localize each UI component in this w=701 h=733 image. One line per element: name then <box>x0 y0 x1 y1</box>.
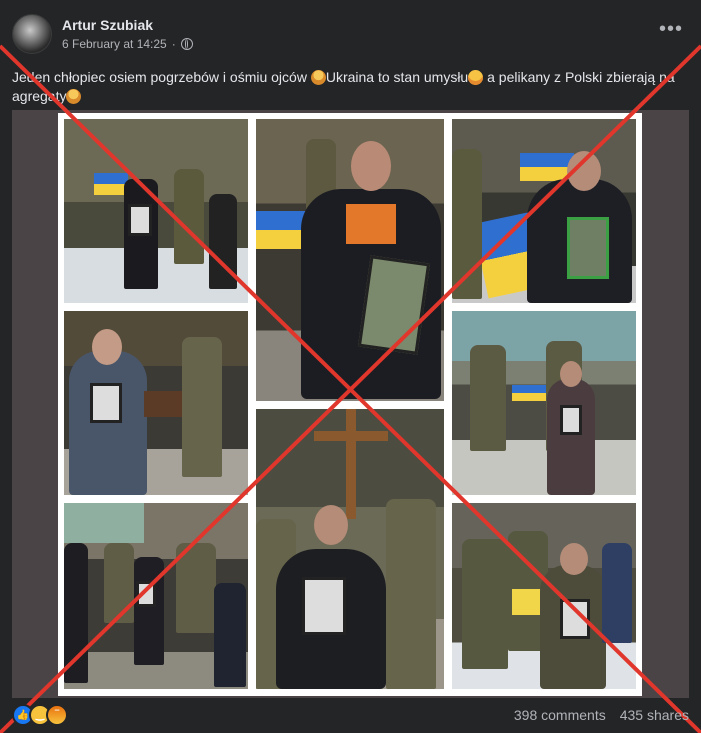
photo-3[interactable] <box>452 119 636 303</box>
photo-1[interactable] <box>64 119 248 303</box>
person-shrugging-emoji-icon <box>310 70 326 85</box>
photo-2[interactable] <box>256 119 444 401</box>
photo-5[interactable] <box>452 311 636 495</box>
person-shrugging-emoji-icon <box>66 89 82 104</box>
author-name[interactable]: Artur Szubiak <box>62 17 193 33</box>
more-options-button[interactable]: ••• <box>659 19 683 39</box>
post-time-row: 6 February at 14:25 · <box>62 37 193 51</box>
post-footer: 👍 ‿ ‾ 398 comments 435 shares <box>12 700 689 730</box>
photo-4[interactable] <box>64 311 248 495</box>
post-header: Artur Szubiak 6 February at 14:25 · <box>12 12 193 56</box>
photo-6[interactable] <box>64 503 248 689</box>
shares-count[interactable]: 435 shares <box>620 707 689 723</box>
photo-8[interactable] <box>452 503 636 689</box>
angry-reaction-icon: ‾ <box>46 704 68 726</box>
caption-text-1: Jeden chłopiec osiem pogrzebów i ośmiu o… <box>12 69 311 85</box>
post-timestamp[interactable]: 6 February at 14:25 <box>62 37 167 51</box>
post-caption: Jeden chłopiec osiem pogrzebów i ośmiu o… <box>12 68 692 106</box>
grinning-face-emoji-icon <box>468 70 484 85</box>
reactions-summary[interactable]: 👍 ‿ ‾ <box>12 704 68 726</box>
photo-7[interactable] <box>256 409 444 689</box>
post-meta: Artur Szubiak 6 February at 14:25 · <box>62 17 193 51</box>
globe-icon[interactable] <box>180 38 193 50</box>
caption-text-2: Ukraina to stan umysłu <box>325 69 469 85</box>
author-avatar[interactable] <box>12 14 52 54</box>
photo-collage[interactable] <box>58 113 642 696</box>
post-stats: 398 comments 435 shares <box>514 707 689 723</box>
facebook-post: Artur Szubiak 6 February at 14:25 · ••• … <box>0 0 701 733</box>
comments-count[interactable]: 398 comments <box>514 707 606 723</box>
